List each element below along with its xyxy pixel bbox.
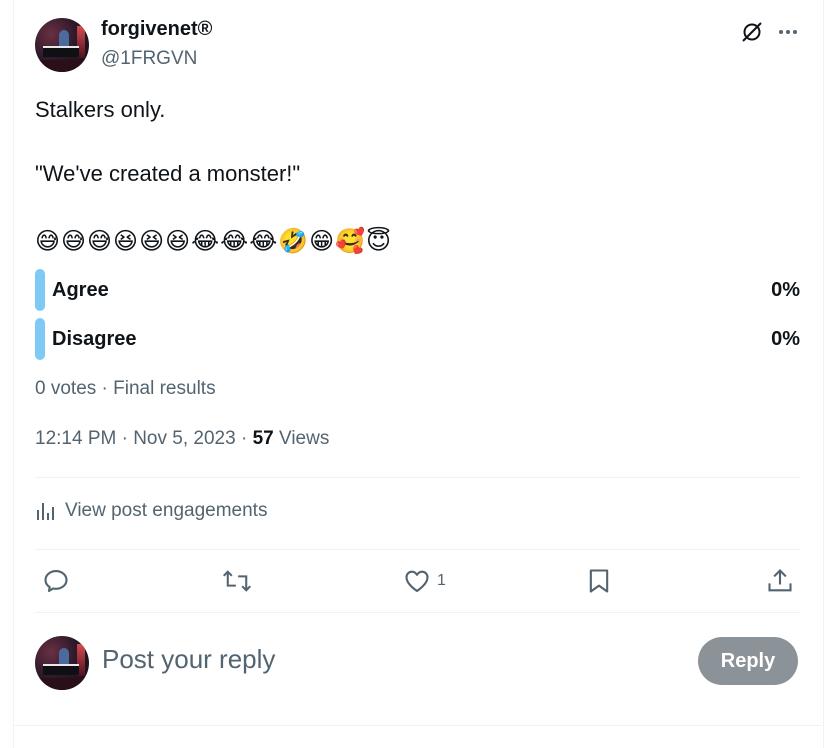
poll-option-percent: 0% <box>771 328 800 350</box>
bookmark-button[interactable] <box>586 565 612 597</box>
reply-button-action[interactable] <box>42 565 70 597</box>
divider <box>35 612 800 613</box>
like-count: 1 <box>437 572 446 589</box>
timestamp-date[interactable]: 12:14 PM · Nov 5, 2023 · <box>35 428 253 449</box>
grok-icon[interactable] <box>740 20 764 44</box>
views-count: 57 <box>252 428 274 449</box>
views-label: Views <box>278 428 330 449</box>
poll-bar <box>35 269 45 311</box>
tweet-line-2: "We've created a monster!" <box>35 161 301 186</box>
reply-input[interactable]: Post your reply <box>102 644 275 675</box>
view-engagements-label: View post engagements <box>65 500 268 521</box>
retweet-button[interactable] <box>222 565 252 597</box>
author-handle[interactable]: @1FRGVN <box>101 48 197 70</box>
retweet-icon <box>222 570 252 592</box>
more-options-icon[interactable] <box>776 20 800 44</box>
divider <box>35 477 800 478</box>
tweet-text: Stalkers only. "We've created a monster!… <box>35 94 392 258</box>
poll-option-disagree: Disagree 0% <box>35 318 800 360</box>
like-button[interactable]: 1 <box>403 565 446 597</box>
divider <box>35 549 800 550</box>
tweet-line-1: Stalkers only. <box>35 97 166 122</box>
view-engagements-link[interactable]: View post engagements <box>35 500 267 522</box>
divider <box>13 725 822 726</box>
poll-meta: 0 votes · Final results <box>35 378 216 399</box>
share-button[interactable] <box>766 565 794 597</box>
bookmark-icon <box>589 569 609 593</box>
share-icon <box>768 569 792 592</box>
poll-option-label: Disagree <box>52 328 137 350</box>
author-display-name[interactable]: forgivenet® <box>101 18 212 41</box>
post-timestamp: 12:14 PM · Nov 5, 2023 · 57 Views <box>35 428 329 450</box>
reply-icon <box>44 570 68 592</box>
user-avatar[interactable] <box>35 636 89 690</box>
analytics-icon <box>37 503 54 520</box>
poll-option-label: Agree <box>52 279 109 301</box>
author-avatar[interactable] <box>35 18 89 72</box>
poll-option-agree: Agree 0% <box>35 269 800 311</box>
heart-icon <box>405 570 429 592</box>
tweet-emojis: 😅😅😅😆😆😆😂😂😂🤣😁🥰😇 <box>35 228 393 255</box>
reply-button[interactable]: Reply <box>698 637 798 685</box>
poll-bar <box>35 318 45 360</box>
poll-option-percent: 0% <box>771 279 800 301</box>
